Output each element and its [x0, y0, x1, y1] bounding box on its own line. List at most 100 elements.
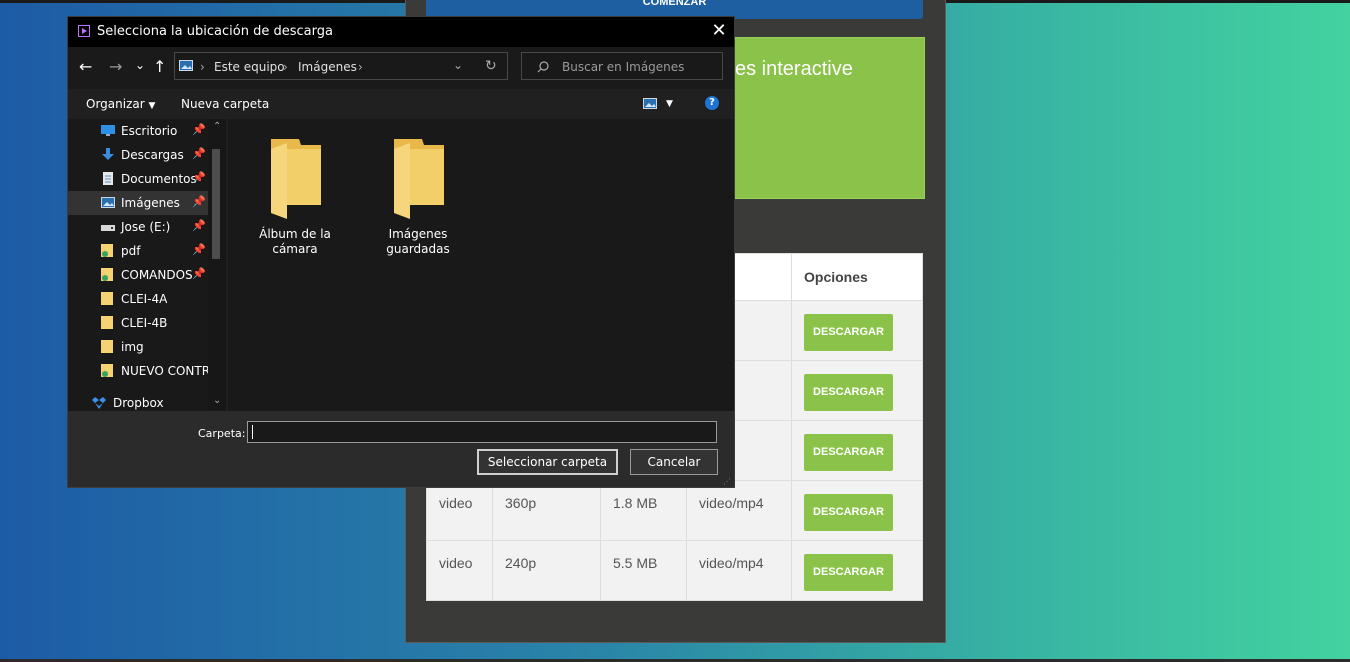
- cell-size: 1.8 MB: [600, 480, 687, 541]
- sidebar-item-label: pdf: [121, 244, 141, 258]
- folder-view: Álbum de la cámara Imágenes guardadas: [228, 119, 734, 411]
- breadcrumb-imagenes[interactable]: Imágenes: [298, 60, 357, 74]
- sidebar-item-label: CLEI-4B: [121, 316, 168, 330]
- view-options-icon[interactable]: [643, 98, 657, 109]
- pictures-icon: [179, 60, 193, 71]
- sidebar-item-descargas[interactable]: Descargas 📌: [68, 143, 208, 167]
- resize-grip-icon[interactable]: ⋰: [723, 477, 731, 486]
- address-bar[interactable]: › Este equipo › Imágenes › ⌄ ↻: [174, 52, 508, 80]
- cell-options: DESCARGAR: [791, 300, 923, 361]
- cell-quality: 360p: [492, 480, 601, 541]
- drive-icon: [101, 225, 115, 231]
- pin-icon: 📌: [192, 147, 206, 160]
- download-button[interactable]: DESCARGAR: [804, 434, 893, 471]
- navigation-pane: Escritorio 📌 Descargas 📌 Documentos 📌 Im…: [68, 119, 226, 411]
- cell-format: video/mp4: [686, 480, 792, 541]
- banner-text: es interactive: [735, 58, 853, 80]
- pin-icon: 📌: [192, 123, 206, 136]
- column-header-options: Opciones: [791, 253, 923, 301]
- download-icon: [102, 148, 114, 160]
- cell-format: video/mp4: [686, 540, 792, 601]
- app-icon: [78, 25, 90, 37]
- scroll-down-chevron-icon[interactable]: ⌄: [213, 395, 221, 406]
- sidebar-item-label: Dropbox: [113, 396, 164, 410]
- help-icon[interactable]: ?: [705, 96, 719, 110]
- organize-label: Organizar: [86, 97, 145, 111]
- text-caret: [252, 425, 253, 439]
- cell-options: DESCARGAR: [791, 360, 923, 421]
- dialog-footer: Carpeta: Seleccionar carpeta Cancelar: [68, 411, 734, 487]
- folder-item-album-camara[interactable]: Álbum de la cámara: [240, 139, 350, 257]
- download-button[interactable]: DESCARGAR: [804, 374, 893, 411]
- cell-options: DESCARGAR: [791, 540, 923, 601]
- breadcrumb-este-equipo[interactable]: Este equipo: [214, 60, 285, 74]
- new-folder-button[interactable]: Nueva carpeta: [181, 97, 269, 111]
- folder-field-label: Carpeta:: [198, 427, 246, 440]
- scroll-up-chevron-icon[interactable]: ⌃: [213, 121, 221, 132]
- close-button[interactable]: ✕: [708, 20, 730, 41]
- search-icon: [537, 61, 549, 73]
- pictures-icon: [101, 197, 115, 208]
- sidebar-item-img[interactable]: img: [68, 335, 208, 359]
- sidebar-item-clei-4b[interactable]: CLEI-4B: [68, 311, 208, 335]
- refresh-icon[interactable]: ↻: [485, 58, 497, 74]
- folder-icon: [101, 292, 113, 305]
- folder-synced-icon: [101, 244, 113, 257]
- download-button[interactable]: DESCARGAR: [804, 554, 893, 591]
- select-folder-button[interactable]: Seleccionar carpeta: [477, 449, 618, 475]
- sidebar-item-label: Documentos: [121, 172, 197, 186]
- sidebar-item-pdf[interactable]: pdf 📌: [68, 239, 208, 263]
- sidebar-item-label: Escritorio: [121, 124, 178, 138]
- sidebar-item-documentos[interactable]: Documentos 📌: [68, 167, 208, 191]
- sidebar-item-nuevo-contra[interactable]: NUEVO CONTRA: [68, 359, 218, 383]
- desktop-icon: [101, 125, 115, 136]
- table-row: video 240p 5.5 MB video/mp4 DESCARGAR: [426, 540, 923, 601]
- sidebar-item-label: COMANDOS: [121, 268, 193, 282]
- folder-synced-icon: [101, 364, 113, 377]
- sidebar-item-jose-e[interactable]: Jose (E:) 📌: [68, 215, 208, 239]
- download-button[interactable]: DESCARGAR: [804, 314, 893, 351]
- forward-arrow-icon[interactable]: →: [109, 57, 122, 76]
- cell-size: 5.5 MB: [600, 540, 687, 601]
- back-arrow-icon[interactable]: ←: [79, 57, 92, 76]
- download-button[interactable]: DESCARGAR: [804, 494, 893, 531]
- up-arrow-icon[interactable]: ↑: [153, 57, 166, 76]
- folder-synced-icon: [101, 268, 113, 281]
- dialog-titlebar[interactable]: Selecciona la ubicación de descarga ✕: [68, 17, 734, 47]
- cell-type: video: [426, 480, 493, 541]
- sidebar-item-imagenes[interactable]: Imágenes 📌: [68, 191, 208, 215]
- pin-icon: 📌: [192, 243, 206, 256]
- navigation-bar: ← → ⌄ ↑ › Este equipo › Imágenes › ⌄ ↻ B…: [68, 47, 734, 89]
- folder-name: Álbum de la cámara: [259, 227, 331, 256]
- folder-name: Imágenes guardadas: [386, 227, 450, 256]
- sidebar-item-escritorio[interactable]: Escritorio 📌: [68, 119, 208, 143]
- sidebar-item-comandos[interactable]: COMANDOS 📌: [68, 263, 208, 287]
- sidebar-item-label: CLEI-4A: [121, 292, 168, 306]
- sidebar-item-clei-4a[interactable]: CLEI-4A: [68, 287, 208, 311]
- search-box[interactable]: Buscar en Imágenes: [521, 52, 723, 80]
- search-placeholder: Buscar en Imágenes: [562, 60, 685, 74]
- dialog-title: Selecciona la ubicación de descarga: [97, 24, 333, 39]
- cell-quality: 240p: [492, 540, 601, 601]
- organize-menu[interactable]: Organizar ▼: [86, 97, 155, 111]
- folder-item-imagenes-guardadas[interactable]: Imágenes guardadas: [363, 139, 473, 257]
- address-dropdown-chevron-icon[interactable]: ⌄: [453, 58, 463, 72]
- sidebar-item-dropbox[interactable]: Dropbox: [68, 391, 208, 411]
- pin-icon: 📌: [192, 267, 206, 280]
- pin-icon: 📌: [192, 195, 206, 208]
- sidebar-item-label: Descargas: [121, 148, 184, 162]
- cancel-button[interactable]: Cancelar: [630, 449, 718, 475]
- pin-icon: 📌: [192, 219, 206, 232]
- view-dropdown-arrow-icon[interactable]: ▼: [666, 99, 673, 109]
- dropdown-arrow-icon: ▼: [148, 101, 156, 111]
- folder-picker-dialog: Selecciona la ubicación de descarga ✕ ← …: [67, 16, 735, 488]
- folder-name-input[interactable]: [247, 421, 717, 443]
- cell-options: DESCARGAR: [791, 420, 923, 481]
- sidebar-item-label: NUEVO CONTRA: [121, 364, 218, 378]
- cell-options: DESCARGAR: [791, 480, 923, 541]
- breadcrumb-separator: ›: [358, 60, 363, 74]
- sidebar-item-label: img: [121, 340, 144, 354]
- document-icon: [103, 172, 113, 185]
- recent-locations-chevron-icon[interactable]: ⌄: [135, 58, 145, 72]
- sidebar-scroll-thumb[interactable]: [212, 149, 220, 259]
